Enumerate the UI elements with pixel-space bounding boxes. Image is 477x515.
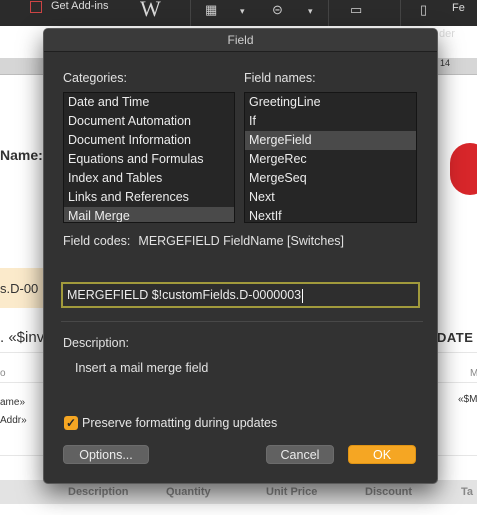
category-item[interactable]: Date and Time (64, 93, 234, 112)
field-codes-value: MERGEFIELD FieldName [Switches] (138, 234, 345, 248)
ruler-number: 14 (440, 58, 451, 68)
preserve-formatting-checkbox[interactable]: ✓ (64, 416, 78, 430)
ribbon-toolbar: Get Add-ins W ▦ ▾ ⊝ ▾ ▭ ▯ Fe der (0, 0, 477, 40)
categories-label: Categories: (63, 71, 127, 85)
doc-band-text: s.D-00 (0, 281, 39, 296)
chevron-down-icon[interactable]: ▾ (308, 6, 313, 17)
category-item-selected[interactable]: Mail Merge (64, 207, 234, 222)
doc-col-m: M (470, 368, 477, 379)
field-code-text[interactable]: MERGEFIELD $!customFields.D-0000003 (67, 288, 301, 302)
field-code-input[interactable]: MERGEFIELD $!customFields.D-0000003 (61, 282, 420, 308)
field-codes-label: Field codes: (63, 234, 131, 248)
ribbon-divider (190, 0, 191, 26)
doc-col-o: o (0, 368, 6, 379)
header-footer-icon[interactable]: ▯ (420, 2, 427, 18)
field-name-item[interactable]: NextIf (245, 207, 416, 222)
field-dialog: Field Categories: Field names: Date and … (43, 28, 438, 484)
description-label: Description: (63, 336, 129, 350)
insert-chart-icon[interactable]: ▦ (205, 2, 217, 18)
description-text: Insert a mail merge field (75, 361, 209, 375)
field-name-item[interactable]: MergeSeq (245, 169, 416, 188)
doc-invoice-text: . «$inv (0, 329, 45, 346)
categories-list[interactable]: Date and Time Document Automation Docume… (63, 92, 235, 223)
ribbon-header-label: der (439, 28, 455, 40)
get-addins-button[interactable]: Get Add-ins (51, 0, 108, 12)
field-name-item-selected[interactable]: MergeField (245, 131, 416, 150)
doc-merge-field: «$M (458, 394, 477, 405)
field-name-item[interactable]: If (245, 112, 416, 131)
doc-date-text: DATE (437, 330, 474, 345)
ribbon-divider (400, 0, 401, 26)
category-item[interactable]: Index and Tables (64, 169, 234, 188)
dialog-titlebar[interactable]: Field (44, 29, 437, 52)
doc-address-line: Addr» (0, 415, 27, 426)
doc-address-block: ame» Addr» (0, 394, 27, 430)
comment-icon[interactable]: ▭ (350, 2, 362, 18)
table-header-cell: Ta (461, 486, 474, 498)
text-caret (302, 288, 304, 303)
wikipedia-icon[interactable]: W (140, 0, 161, 22)
table-header-cell: Discount (365, 486, 413, 498)
table-header-cell: Description (68, 486, 129, 498)
options-button[interactable]: Options... (63, 445, 149, 464)
ribbon-divider (328, 0, 329, 26)
link-icon[interactable]: ⊝ (272, 2, 283, 18)
field-codes-row: Field codes: MERGEFIELD FieldName [Switch… (63, 234, 344, 248)
dialog-divider (61, 321, 423, 322)
chevron-down-icon[interactable]: ▾ (240, 6, 245, 17)
field-name-item[interactable]: GreetingLine (245, 93, 416, 112)
category-item[interactable]: Document Information (64, 131, 234, 150)
dialog-title: Field (227, 33, 254, 47)
field-names-list[interactable]: GreetingLine If MergeField MergeRec Merg… (244, 92, 417, 223)
category-item[interactable]: Equations and Formulas (64, 150, 234, 169)
cancel-button[interactable]: Cancel (266, 445, 334, 464)
preserve-formatting-label[interactable]: Preserve formatting during updates (82, 416, 277, 430)
category-item[interactable]: Links and References (64, 188, 234, 207)
doc-name-label: Name: (0, 147, 43, 163)
category-item[interactable]: Document Automation (64, 112, 234, 131)
field-names-label: Field names: (244, 71, 316, 85)
ok-button[interactable]: OK (348, 445, 416, 464)
table-header-cell: Unit Price (266, 486, 318, 498)
field-name-item[interactable]: Next (245, 188, 416, 207)
table-header-cell: Quantity (166, 486, 211, 498)
checkmark-icon: ✓ (66, 416, 77, 430)
field-name-item[interactable]: MergeRec (245, 150, 416, 169)
ribbon-fe-label: Fe (452, 2, 465, 14)
doc-address-line: ame» (0, 397, 26, 408)
company-logo (450, 143, 477, 195)
add-ins-icon[interactable] (30, 1, 42, 13)
